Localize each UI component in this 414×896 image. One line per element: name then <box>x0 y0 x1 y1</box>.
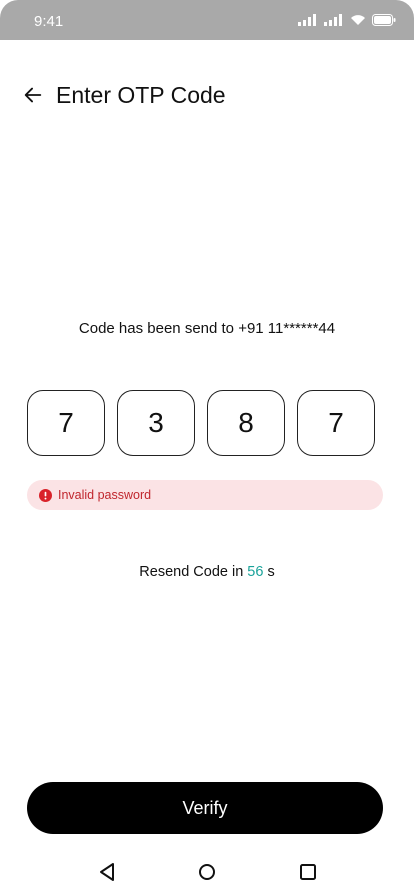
nav-back-icon[interactable] <box>96 860 120 884</box>
page-title: Enter OTP Code <box>56 82 226 108</box>
arrow-left-icon[interactable] <box>22 84 44 106</box>
otp-digit-4[interactable]: 7 <box>297 390 375 456</box>
code-sent-message: Code has been send to +91 11******44 <box>78 320 336 337</box>
verify-button[interactable]: Verify <box>27 782 383 834</box>
otp-input-row: 7 3 8 7 <box>27 390 375 456</box>
status-time: 9:41 <box>34 13 64 30</box>
otp-digit-3[interactable]: 8 <box>207 390 285 456</box>
header: Enter OTP Code <box>0 80 414 112</box>
status-icons <box>298 14 396 26</box>
nav-home-icon[interactable] <box>195 860 219 884</box>
resend-countdown: Resend Code in 56 s <box>0 564 414 580</box>
error-banner: Invalid password <box>27 480 383 510</box>
wifi-icon <box>351 15 365 25</box>
resend-prefix: Resend Code in <box>139 564 248 580</box>
resend-suffix: s <box>263 564 275 580</box>
otp-digit-1[interactable]: 7 <box>27 390 105 456</box>
resend-seconds: 56 <box>247 564 264 580</box>
nav-recents-icon[interactable] <box>296 860 320 884</box>
battery-icon <box>372 14 396 26</box>
signal-icon-2 <box>324 14 342 26</box>
status-bar: 9:41 <box>0 0 414 40</box>
signal-icon <box>298 14 316 26</box>
error-message: Invalid password <box>58 488 152 502</box>
alert-circle-icon <box>39 488 52 502</box>
otp-digit-2[interactable]: 3 <box>117 390 195 456</box>
navigation-bar <box>0 856 414 888</box>
